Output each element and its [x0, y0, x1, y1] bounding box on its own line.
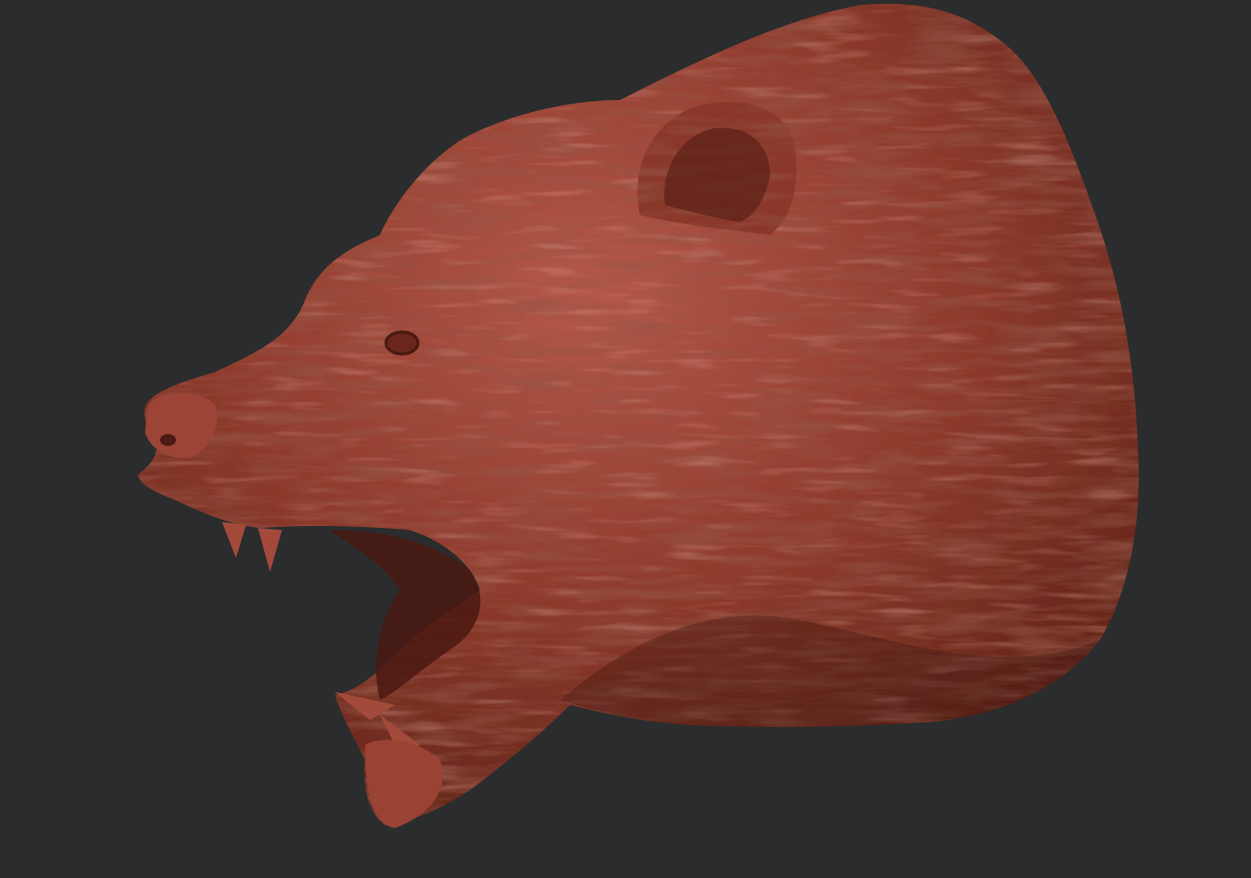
render-viewport: [0, 0, 1251, 874]
upper-fang: [258, 528, 282, 572]
eye: [384, 330, 420, 356]
bear-head-sculpt: [138, 3, 1139, 828]
nostril: [160, 434, 176, 446]
upper-tooth: [222, 522, 246, 558]
